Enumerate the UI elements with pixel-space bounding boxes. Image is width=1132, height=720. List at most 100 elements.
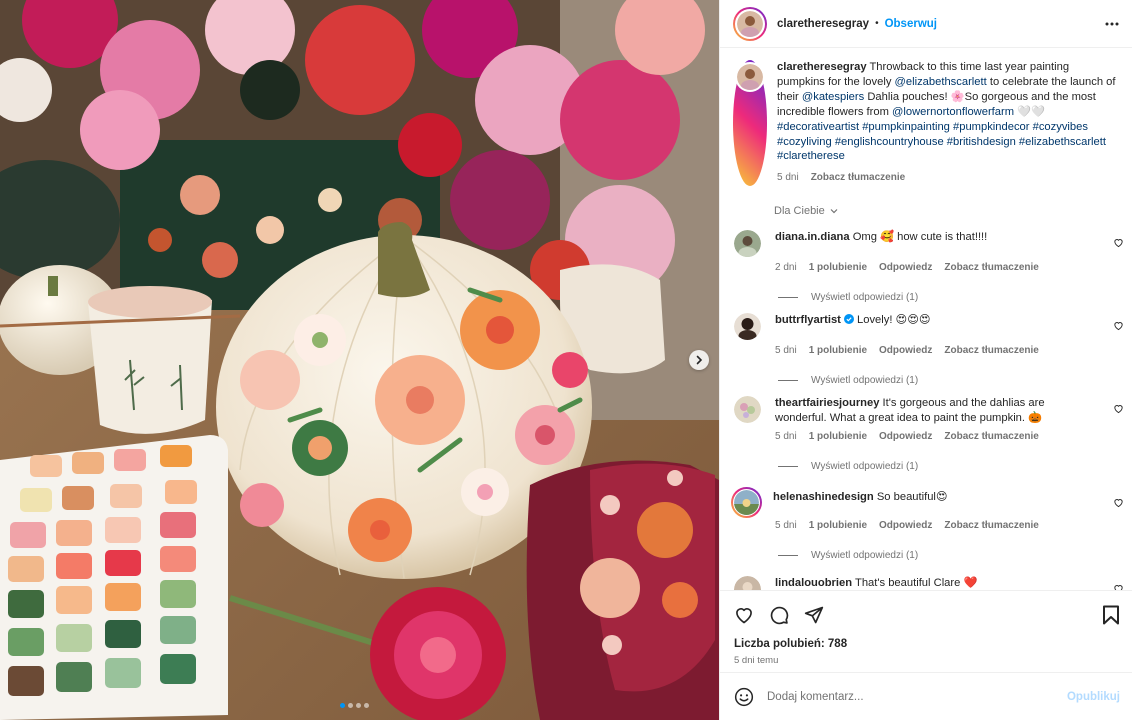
hashtags[interactable]: #decorativeartist #pumpkinpainting #pump…	[777, 121, 1106, 163]
view-replies-button[interactable]: Wyświetl odpowiedzi (1)	[778, 375, 1124, 386]
comment-text: lindalouobrien That's beautiful Clare ❤️	[775, 576, 1095, 590]
avatar[interactable]	[734, 313, 761, 340]
heart-icon[interactable]	[1113, 583, 1124, 590]
post-image[interactable]	[0, 0, 719, 720]
view-replies-label: Wyświetl odpowiedzi (1)	[811, 375, 919, 386]
comment-time: 5 dni	[775, 431, 797, 442]
comment-time: 5 dni	[775, 345, 797, 356]
view-replies-label: Wyświetl odpowiedzi (1)	[811, 461, 919, 472]
comment-time: 2 dni	[775, 262, 797, 273]
author-avatar-ring[interactable]	[733, 6, 767, 41]
comment-meta: 5 dni 1 polubienie Odpowiedz Zobacz tłumacz…	[775, 431, 1124, 442]
caption-time: 5 dni	[777, 172, 799, 184]
avatar[interactable]	[734, 576, 761, 590]
post-details-panel: claretheresegray • Obserwuj claretherese…	[719, 0, 1132, 720]
story-ring[interactable]	[731, 487, 762, 518]
comment-text: theartfairiesjourney It's gorgeous and t…	[775, 396, 1095, 426]
mention-link[interactable]: @elizabethscarlett	[895, 76, 987, 88]
comment-username[interactable]: buttrflyartist	[775, 314, 841, 326]
comment-likes[interactable]: 1 polubienie	[809, 262, 867, 273]
comment-text: helenashinedesign So beautiful😍	[773, 490, 1093, 518]
comment-username[interactable]: diana.in.diana	[775, 231, 850, 243]
post-date: 5 dni temu	[734, 655, 779, 666]
heart-icon[interactable]	[734, 605, 754, 625]
comment-meta: 5 dni 1 polubienie Odpowiedz Zobacz tłumacz…	[775, 520, 1124, 531]
translate-button[interactable]: Zobacz tłumaczenie	[944, 520, 1038, 531]
more-horizontal-icon[interactable]	[1105, 17, 1119, 31]
comment-input[interactable]	[767, 690, 1047, 703]
caption-avatar-ring[interactable]	[733, 60, 767, 187]
verified-badge-icon	[843, 314, 854, 324]
caption-text: claretheresegray Throwback to this time …	[777, 60, 1117, 164]
mention-link[interactable]: @katespiers	[802, 91, 864, 103]
comment-likes[interactable]: 1 polubienie	[809, 431, 867, 442]
heart-icon[interactable]	[1113, 403, 1124, 414]
reply-button[interactable]: Odpowiedz	[879, 345, 932, 356]
carousel-dot	[340, 703, 345, 708]
comment-likes[interactable]: 1 polubienie	[809, 345, 867, 356]
translate-button[interactable]: Zobacz tłumaczenie	[944, 345, 1038, 356]
comment-body: Omg 🥰 how cute is that!!!!	[849, 231, 988, 243]
view-replies-label: Wyświetl odpowiedzi (1)	[811, 550, 919, 561]
comment-sort-label: Dla Ciebie	[774, 205, 825, 217]
comment-time: 5 dni	[775, 520, 797, 531]
comment-item: helenashinedesign So beautiful😍 5 dni 1 p…	[731, 487, 1124, 561]
comment-username[interactable]: helenashinedesign	[773, 491, 874, 503]
bookmark-icon[interactable]	[1102, 605, 1120, 625]
next-image-button[interactable]	[689, 350, 709, 370]
author-username[interactable]: claretheresegray	[777, 18, 869, 30]
chevron-down-icon	[830, 209, 838, 214]
comment-username[interactable]: theartfairiesjourney	[775, 397, 879, 409]
avatar	[734, 490, 759, 515]
comment-text: buttrflyartist Lovely! 😍😍😍	[775, 313, 1095, 340]
heart-icon[interactable]	[1113, 237, 1124, 248]
comment-item: lindalouobrien That's beautiful Clare ❤️	[734, 576, 1124, 590]
comment-text: diana.in.diana Omg 🥰 how cute is that!!!…	[775, 230, 1095, 257]
paper-plane-icon[interactable]	[804, 605, 824, 625]
comment-likes[interactable]: 1 polubienie	[809, 520, 867, 531]
post-caption: claretheresegray Throwback to this time …	[720, 49, 1132, 187]
avatar	[737, 10, 763, 37]
post-header: claretheresegray • Obserwuj	[720, 0, 1132, 48]
comment-item: diana.in.diana Omg 🥰 how cute is that!!!…	[734, 230, 1124, 303]
comment-icon[interactable]	[769, 605, 789, 625]
caption-username[interactable]: claretheresegray	[777, 61, 867, 73]
translate-button[interactable]: Zobacz tłumaczenie	[944, 262, 1038, 273]
pumpkin-photo	[0, 0, 719, 720]
carousel-dot	[356, 703, 361, 708]
comment-meta: 2 dni 1 polubienie Odpowiedz Zobacz tłumacz…	[775, 262, 1124, 273]
caption-meta: 5 dni Zobacz tłumaczenie	[777, 171, 1117, 186]
add-comment-bar: Opublikuj	[720, 672, 1132, 720]
comment-item: theartfairiesjourney It's gorgeous and t…	[734, 396, 1124, 472]
comment-sort-dropdown[interactable]: Dla Ciebie	[774, 205, 839, 217]
comment-item: buttrflyartist Lovely! 😍😍😍 5 dni 1 polubi…	[734, 313, 1124, 386]
emoji-icon[interactable]	[734, 687, 754, 707]
caption-translate-button[interactable]: Zobacz tłumaczenie	[811, 171, 905, 186]
reply-button[interactable]: Odpowiedz	[879, 262, 932, 273]
mention-link[interactable]: @lowernortonflowerfarm	[892, 106, 1014, 118]
view-replies-button[interactable]: Wyświetl odpowiedzi (1)	[778, 461, 1124, 472]
avatar[interactable]	[734, 230, 761, 257]
avatar[interactable]	[734, 396, 761, 423]
reply-button[interactable]: Odpowiedz	[879, 431, 932, 442]
view-replies-button[interactable]: Wyświetl odpowiedzi (1)	[778, 550, 1124, 561]
likes-count[interactable]: Liczba polubień: 788	[734, 638, 847, 650]
follow-button[interactable]: Obserwuj	[885, 18, 937, 30]
publish-button[interactable]: Opublikuj	[1067, 691, 1120, 703]
comments-scroll-area[interactable]: claretheresegray Throwback to this time …	[720, 49, 1132, 590]
carousel-dot	[364, 703, 369, 708]
comment-meta: 5 dni 1 polubienie Odpowiedz Zobacz tłumacz…	[775, 345, 1124, 356]
comment-body: So beautiful😍	[873, 491, 948, 503]
avatar	[737, 64, 763, 90]
reply-button[interactable]: Odpowiedz	[879, 520, 932, 531]
translate-button[interactable]: Zobacz tłumaczenie	[944, 431, 1038, 442]
heart-icon[interactable]	[1113, 320, 1124, 331]
heart-icon[interactable]	[1113, 497, 1124, 508]
comment-body: That's beautiful Clare ❤️	[852, 577, 978, 589]
carousel-indicator	[340, 703, 369, 708]
comment-username[interactable]: lindalouobrien	[775, 577, 852, 589]
view-replies-button[interactable]: Wyświetl odpowiedzi (1)	[778, 292, 1124, 303]
header-separator: •	[875, 18, 879, 29]
view-replies-label: Wyświetl odpowiedzi (1)	[811, 292, 919, 303]
post-actions: Liczba polubień: 788 5 dni temu	[720, 590, 1132, 672]
